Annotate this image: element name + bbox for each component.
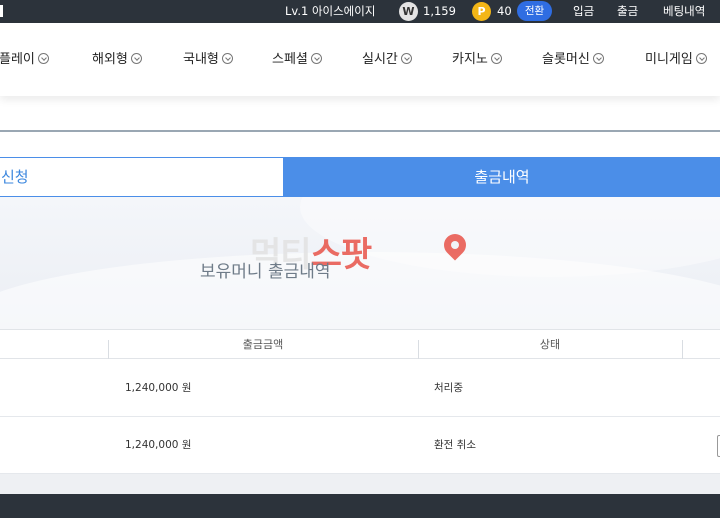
menu-icon[interactable] bbox=[0, 5, 3, 17]
nav-item-play[interactable]: 플레이 bbox=[0, 23, 49, 96]
deposit-link[interactable]: 입금 bbox=[573, 0, 594, 23]
row-amount: 1,240,000 원 bbox=[125, 382, 192, 394]
chevron-down-icon bbox=[400, 53, 412, 64]
withdraw-link[interactable]: 출금 bbox=[617, 0, 638, 23]
wallet-coin-icon: W bbox=[399, 2, 418, 21]
chevron-down-icon bbox=[37, 53, 49, 64]
nav-item-casino[interactable]: 카지노 bbox=[452, 23, 502, 96]
convert-button[interactable]: 전환 bbox=[517, 1, 552, 21]
row-status: 환전 취소 bbox=[434, 439, 476, 451]
table-row: 1,240,000 원 환전 취소 bbox=[0, 417, 720, 474]
divider bbox=[0, 130, 720, 132]
top-bar: Lv.1 아이스에이지 W 1,159 P 40 전환 입금 출금 베팅내역 bbox=[0, 0, 720, 23]
user-level[interactable]: Lv.1 아이스에이지 bbox=[285, 0, 375, 23]
page-title: 보유머니 출금내역 bbox=[200, 262, 331, 282]
chevron-down-icon bbox=[310, 53, 322, 64]
main-nav: 플레이 해외형 국내형 스페셜 실시간 카지노 슬롯머신 미니게임 bbox=[0, 23, 720, 96]
nav-item-domestic[interactable]: 국내형 bbox=[183, 23, 233, 96]
point-amount: 40 bbox=[497, 4, 512, 18]
footer-bar bbox=[0, 494, 720, 518]
nav-item-minigame[interactable]: 미니게임 bbox=[645, 23, 707, 96]
column-header-amount: 출금금액 bbox=[242, 338, 284, 351]
column-header-status: 상태 bbox=[539, 338, 561, 351]
wallet-amount: 1,159 bbox=[423, 4, 456, 18]
tab-withdraw-request[interactable]: 신청 bbox=[0, 157, 284, 197]
nav-item-slot[interactable]: 슬롯머신 bbox=[542, 23, 604, 96]
nav-item-overseas[interactable]: 해외형 bbox=[92, 23, 142, 96]
nav-item-special[interactable]: 스페셜 bbox=[272, 23, 322, 96]
tab-withdraw-history[interactable]: 출금내역 bbox=[284, 157, 720, 197]
nav-item-live[interactable]: 실시간 bbox=[362, 23, 412, 96]
table-row: 1,240,000 원 처리중 bbox=[0, 360, 720, 417]
table-header: 출금금액 상태 bbox=[0, 329, 720, 359]
betting-history-link[interactable]: 베팅내역 bbox=[663, 0, 705, 23]
chevron-down-icon bbox=[130, 53, 142, 64]
page-banner: 먹티스팟 보유머니 출금내역 bbox=[0, 197, 720, 329]
chevron-down-icon bbox=[221, 53, 233, 64]
point-coin-icon: P bbox=[472, 2, 491, 21]
row-amount: 1,240,000 원 bbox=[125, 439, 192, 451]
chevron-down-icon bbox=[695, 53, 707, 64]
chevron-down-icon bbox=[592, 53, 604, 64]
row-status: 처리중 bbox=[434, 382, 463, 394]
chevron-down-icon bbox=[490, 53, 502, 64]
